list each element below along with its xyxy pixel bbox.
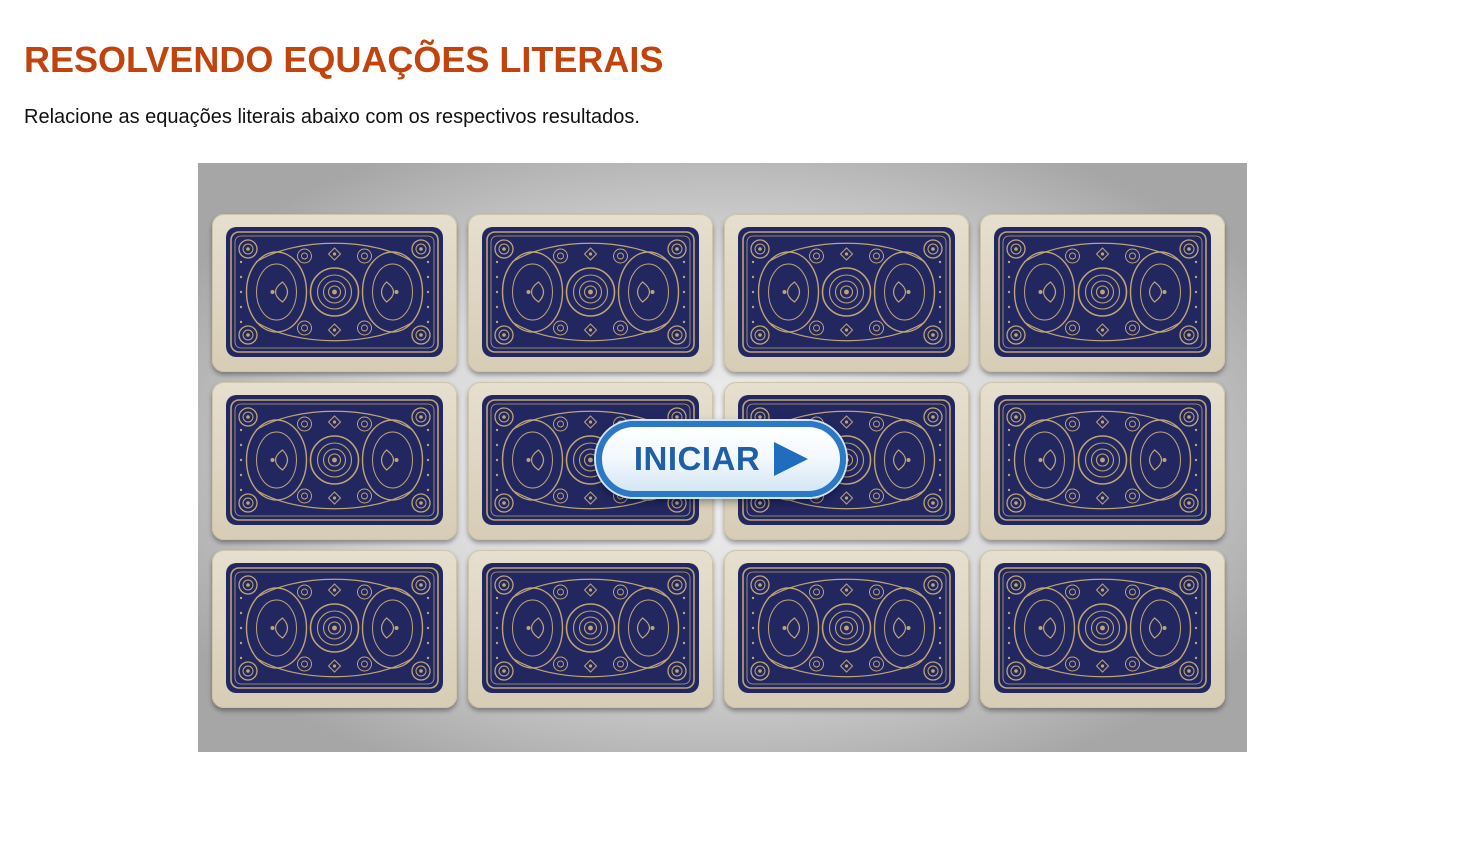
card-back-pattern <box>994 395 1211 525</box>
memory-game-board: INICIAR <box>198 163 1247 752</box>
memory-card[interactable] <box>980 382 1225 540</box>
memory-card[interactable] <box>468 550 713 708</box>
card-back-pattern <box>738 227 955 357</box>
instructions-text: Relacione as equações literais abaixo co… <box>24 106 640 128</box>
memory-card[interactable] <box>980 550 1225 708</box>
card-back-pattern <box>482 563 699 693</box>
card-back-pattern <box>738 563 955 693</box>
card-back-pattern <box>482 227 699 357</box>
memory-card[interactable] <box>980 214 1225 372</box>
card-back-pattern <box>226 227 443 357</box>
memory-card[interactable] <box>724 550 969 708</box>
memory-card[interactable] <box>468 214 713 372</box>
memory-card[interactable] <box>212 214 457 372</box>
memory-card[interactable] <box>724 214 969 372</box>
start-button-label: INICIAR <box>633 440 761 477</box>
card-back-pattern <box>226 563 443 693</box>
memory-card[interactable] <box>212 382 457 540</box>
memory-card[interactable] <box>212 550 457 708</box>
card-back-pattern <box>994 227 1211 357</box>
play-icon <box>774 442 809 476</box>
page-title: RESOLVENDO EQUAÇÕES LITERAIS <box>24 39 664 80</box>
card-back-pattern <box>226 395 443 525</box>
card-back-pattern <box>994 563 1211 693</box>
start-button[interactable]: INICIAR <box>596 421 846 497</box>
